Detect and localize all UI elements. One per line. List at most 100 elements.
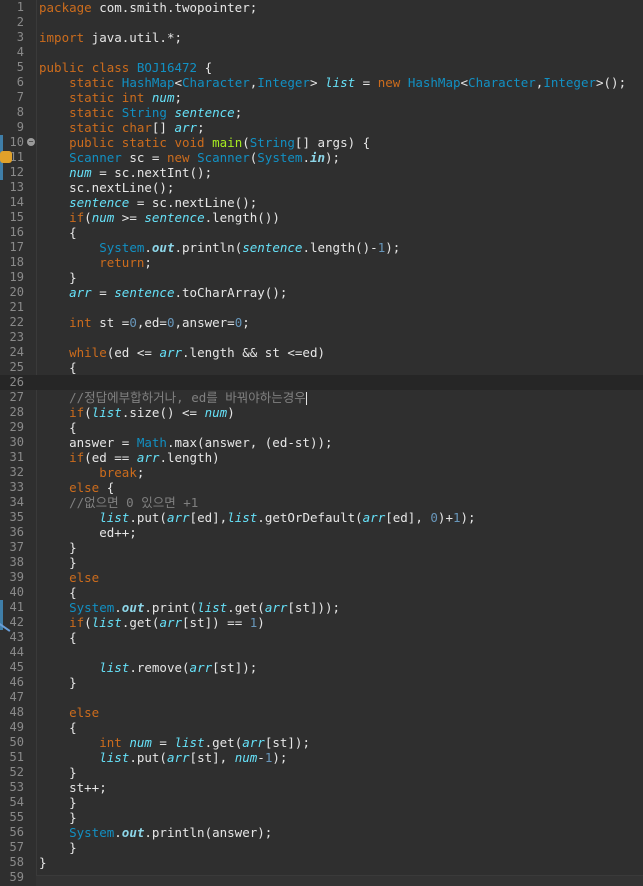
code-line[interactable]: 23 [0,330,643,345]
code-line[interactable]: 54 } [0,795,643,810]
code-line[interactable]: 5 public class BOJ16472 { [0,60,643,75]
line-number: 43 [9,630,24,644]
code-line[interactable]: 17 System.out.println(sentence.length()-… [0,240,643,255]
code-text: st++; [39,780,107,795]
code-line[interactable]: 47 [0,690,643,705]
code-line[interactable]: 13 sc.nextLine(); [0,180,643,195]
code-line[interactable]: 19 } [0,270,643,285]
code-line[interactable]: 39 else [0,570,643,585]
code-text: answer = Math.max(answer, (ed-st)); [39,435,333,450]
code-line[interactable]: 31 if(ed == arr.length) [0,450,643,465]
code-line[interactable]: 56 System.out.println(answer); [0,825,643,840]
code-line[interactable]: 36 ed++; [0,525,643,540]
code-line[interactable]: 38 } [0,555,643,570]
code-line[interactable]: 28 if(list.size() <= num) [0,405,643,420]
code-line[interactable]: 22 int st =0,ed=0,answer=0; [0,315,643,330]
code-line[interactable]: 6 static HashMap<Character,Integer> list… [0,75,643,90]
line-number: 34 [9,495,24,509]
line-number: 2 [16,15,24,29]
line-number: 10 [9,135,24,149]
line-number: 4 [16,45,24,59]
line-number: 33 [9,480,24,494]
code-line[interactable]: 42 if(list.get(arr[st]) == 1) [0,614,643,632]
code-line[interactable]: 2 [0,15,643,30]
line-number: 48 [9,705,24,719]
code-line[interactable]: 37 } [0,540,643,555]
line-number: 23 [9,330,24,344]
code-line[interactable]: 32 break; [0,465,643,480]
code-text: } [39,810,77,825]
horizontal-scrollbar[interactable] [36,875,643,886]
code-line[interactable]: 45 list.remove(arr[st]); [0,660,643,675]
code-text: if(list.size() <= num) [69,405,235,420]
code-editor[interactable]: 1 package com.smith.twopointer; 2 3 import j… [0,0,643,886]
code-line[interactable]: 51 list.put(arr[st], num-1); [0,750,643,765]
code-line[interactable]: 46 } [0,675,643,690]
code-text: { [39,225,77,240]
code-line[interactable]: 44 [0,645,643,660]
code-line[interactable]: 21 [0,300,643,315]
fold-toggle-icon[interactable]: − [27,138,35,146]
line-number: 26 [9,375,24,389]
line-number: 29 [9,420,24,434]
code-line[interactable]: 24 while(ed <= arr.length && st <=ed) [0,345,643,360]
code-text: public static void main(String[] args) { [69,135,371,150]
code-line[interactable]: 20 arr = sentence.toCharArray(); [0,285,643,300]
code-line[interactable]: 41 System.out.print(list.get(arr[st])); [0,600,643,615]
code-line[interactable]: 7 static int num; [0,90,643,105]
line-number: 51 [9,750,24,764]
code-line[interactable]: 30 answer = Math.max(answer, (ed-st)); [0,435,643,450]
line-number: 7 [16,90,24,104]
code-line[interactable]: 52 } [0,765,643,780]
code-line[interactable]: 49 { [0,720,643,735]
code-text: Scanner sc = new Scanner(System.in); [69,150,341,165]
line-number: 6 [16,75,24,89]
code-text: while(ed <= arr.length && st <=ed) [69,345,326,360]
line-number: 24 [9,345,24,359]
code-line[interactable]: 8 static String sentence; [0,105,643,120]
line-number: 18 [9,255,24,269]
code-line[interactable]: 43 { [0,630,643,645]
code-line[interactable]: 1 package com.smith.twopointer; [0,0,643,15]
code-line[interactable]: 16 { [0,225,643,240]
code-text: int num = list.get(arr[st]); [99,735,310,750]
code-line[interactable]: 9 static char[] arr; [0,120,643,135]
code-text: { [39,585,77,600]
line-number: 58 [9,855,24,869]
code-text: } [39,540,77,555]
code-line[interactable]: 11 Scanner sc = new Scanner(System.in); [0,150,643,165]
code-line[interactable]: 35 list.put(arr[ed],list.getOrDefault(ar… [0,510,643,525]
code-line[interactable]: 4 [0,45,643,60]
code-line[interactable]: 50 int num = list.get(arr[st]); [0,735,643,750]
code-line[interactable]: 25 { [0,360,643,375]
code-line[interactable]: 33 else { [0,480,643,495]
code-line[interactable]: 53 st++; [0,780,643,795]
code-line[interactable]: 27 //정답에부합하거나, ed를 바꿔야하는경우 [0,390,643,405]
code-text: } [39,555,77,570]
code-text: ed++; [39,525,137,540]
line-number: 59 [9,870,24,884]
code-line[interactable]: 34 //없으면 0 있으면 +1 [0,495,643,510]
code-line[interactable]: 15 if(num >= sentence.length()) [0,210,643,225]
code-line[interactable]: 48 else [0,705,643,720]
code-line[interactable]: 29 { [0,420,643,435]
code-line[interactable]: 58} [0,855,643,870]
code-line[interactable]: 26 [0,375,643,390]
code-text: { [39,360,77,375]
line-number: 12 [9,165,24,179]
code-line[interactable]: 14 sentence = sc.nextLine(); [0,195,643,210]
code-line[interactable]: 10− public static void main(String[] arg… [0,135,643,150]
code-line[interactable]: 57 } [0,840,643,855]
line-number: 40 [9,585,24,599]
code-text: //없으면 0 있으면 +1 [69,495,199,510]
code-line[interactable]: 3 import java.util.*; [0,30,643,45]
code-line[interactable]: 18 return; [0,255,643,270]
code-line[interactable]: 12 num = sc.nextInt(); [0,165,643,180]
line-number: 35 [9,510,24,524]
code-line[interactable]: 55 } [0,810,643,825]
warning-icon[interactable] [0,151,12,163]
code-text: } [39,840,77,855]
line-number: 46 [9,675,24,689]
code-line[interactable]: 40 { [0,585,643,600]
text-caret [305,392,307,405]
